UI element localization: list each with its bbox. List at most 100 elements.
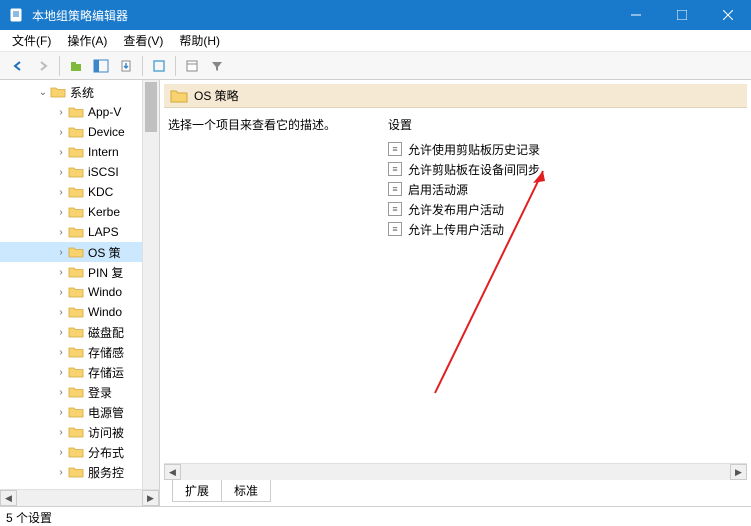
detail-tabs: 扩展 标准	[164, 480, 747, 502]
expand-icon[interactable]: ›	[54, 427, 68, 438]
up-button[interactable]	[64, 54, 88, 78]
setting-label: 允许发布用户活动	[408, 201, 504, 218]
folder-icon	[68, 305, 84, 319]
menu-view[interactable]: 查看(V)	[115, 30, 171, 51]
maximize-button[interactable]	[659, 0, 705, 30]
tree-node[interactable]: › OS 策	[0, 242, 142, 262]
close-button[interactable]	[705, 0, 751, 30]
expand-icon[interactable]: ›	[54, 307, 68, 318]
filter-button[interactable]	[205, 54, 229, 78]
setting-item[interactable]: ≡允许发布用户活动	[388, 199, 743, 219]
folder-icon	[68, 445, 84, 459]
tree-node[interactable]: ›存储感	[0, 342, 142, 362]
tree-node[interactable]: › 登录	[0, 382, 142, 402]
expand-icon[interactable]: ›	[54, 347, 68, 358]
policy-icon: ≡	[388, 162, 402, 176]
tree-node[interactable]: › iSCSI	[0, 162, 142, 182]
detail-horizontal-scrollbar[interactable]: ◀ ▶	[164, 463, 747, 480]
tree-label: iSCSI	[88, 165, 119, 179]
expand-icon[interactable]: ›	[54, 247, 68, 258]
folder-icon	[68, 365, 84, 379]
tree-label: Windo	[88, 305, 122, 319]
expand-icon[interactable]: ›	[54, 127, 68, 138]
tree-pane: ⌄系统›App-V›Device›Intern›iSCSI›KDC›Kerbe›…	[0, 80, 160, 506]
forward-button[interactable]	[31, 54, 55, 78]
tree-node[interactable]: ›分布式	[0, 442, 142, 462]
tree-node[interactable]: › Windo	[0, 282, 142, 302]
scroll-left-icon[interactable]: ◀	[164, 464, 181, 480]
tree[interactable]: ⌄系统›App-V›Device›Intern›iSCSI›KDC›Kerbe›…	[0, 80, 142, 484]
menu-file[interactable]: 文件(F)	[4, 30, 59, 51]
policy-icon: ≡	[388, 182, 402, 196]
minimize-button[interactable]	[613, 0, 659, 30]
expand-icon[interactable]: ›	[54, 167, 68, 178]
tree-vertical-scrollbar[interactable]	[142, 80, 159, 489]
toolbar-separator	[142, 56, 143, 76]
setting-item[interactable]: ≡允许上传用户活动	[388, 219, 743, 239]
detail-title: OS 策略	[194, 87, 239, 104]
folder-icon	[68, 105, 84, 119]
tree-label: Windo	[88, 285, 122, 299]
scroll-right-icon[interactable]: ▶	[730, 464, 747, 480]
status-bar: 5 个设置	[0, 506, 751, 526]
folder-icon	[50, 85, 66, 99]
setting-item[interactable]: ≡允许剪贴板在设备间同步	[388, 159, 743, 179]
tree-node[interactable]: ›访问被	[0, 422, 142, 442]
expand-icon[interactable]: ›	[54, 267, 68, 278]
expand-icon[interactable]: ›	[54, 327, 68, 338]
folder-icon	[68, 345, 84, 359]
app-icon	[8, 7, 24, 23]
tree-node[interactable]: › Intern	[0, 142, 142, 162]
tree-horizontal-scrollbar[interactable]: ◀ ▶	[0, 489, 159, 506]
expand-icon[interactable]: ›	[54, 287, 68, 298]
tab-standard[interactable]: 标准	[221, 480, 271, 502]
setting-item[interactable]: ≡允许使用剪贴板历史记录	[388, 139, 743, 159]
policy-icon: ≡	[388, 222, 402, 236]
tree-node[interactable]: ›Kerbe	[0, 202, 142, 222]
tree-label: KDC	[88, 185, 113, 199]
tree-node[interactable]: › 存储运	[0, 362, 142, 382]
menu-bar: 文件(F) 操作(A) 查看(V) 帮助(H)	[0, 30, 751, 52]
scroll-right-icon[interactable]: ▶	[142, 490, 159, 506]
menu-action[interactable]: 操作(A)	[59, 30, 115, 51]
tree-node[interactable]: › KDC	[0, 182, 142, 202]
back-button[interactable]	[6, 54, 30, 78]
tree-node[interactable]: ›LAPS	[0, 222, 142, 242]
tab-extended[interactable]: 扩展	[172, 480, 222, 502]
tree-node[interactable]: › Windo	[0, 302, 142, 322]
window-title: 本地组策略编辑器	[32, 7, 613, 24]
toolbar-separator	[175, 56, 176, 76]
folder-icon	[68, 165, 84, 179]
tree-node[interactable]: ›Device	[0, 122, 142, 142]
collapse-icon[interactable]: ⌄	[36, 87, 50, 98]
tree-label: 登录	[88, 384, 112, 401]
refresh-button[interactable]	[147, 54, 171, 78]
expand-icon[interactable]: ›	[54, 367, 68, 378]
setting-item[interactable]: ≡启用活动源	[388, 179, 743, 199]
expand-icon[interactable]: ›	[54, 467, 68, 478]
properties-button[interactable]	[180, 54, 204, 78]
expand-icon[interactable]: ›	[54, 147, 68, 158]
tree-label: 存储运	[88, 364, 124, 381]
tree-node[interactable]: › 磁盘配	[0, 322, 142, 342]
menu-help[interactable]: 帮助(H)	[171, 30, 228, 51]
expand-icon[interactable]: ›	[54, 387, 68, 398]
tree-node[interactable]: ›电源管	[0, 402, 142, 422]
show-hide-tree-button[interactable]	[89, 54, 113, 78]
expand-icon[interactable]: ›	[54, 207, 68, 218]
expand-icon[interactable]: ›	[54, 107, 68, 118]
tree-node[interactable]: ›PIN 复	[0, 262, 142, 282]
export-button[interactable]	[114, 54, 138, 78]
expand-icon[interactable]: ›	[54, 447, 68, 458]
tree-label: Intern	[88, 145, 119, 159]
expand-icon[interactable]: ›	[54, 407, 68, 418]
expand-icon[interactable]: ›	[54, 187, 68, 198]
tree-node[interactable]: ›服务控	[0, 462, 142, 482]
tree-label: 磁盘配	[88, 324, 124, 341]
expand-icon[interactable]: ›	[54, 227, 68, 238]
tree-label: OS 策	[88, 244, 121, 261]
scroll-left-icon[interactable]: ◀	[0, 490, 17, 506]
tree-node[interactable]: ›App-V	[0, 102, 142, 122]
tree-node-root[interactable]: ⌄系统	[0, 82, 142, 102]
settings-list: ≡允许使用剪贴板历史记录≡允许剪贴板在设备间同步≡启用活动源≡允许发布用户活动≡…	[388, 139, 743, 239]
